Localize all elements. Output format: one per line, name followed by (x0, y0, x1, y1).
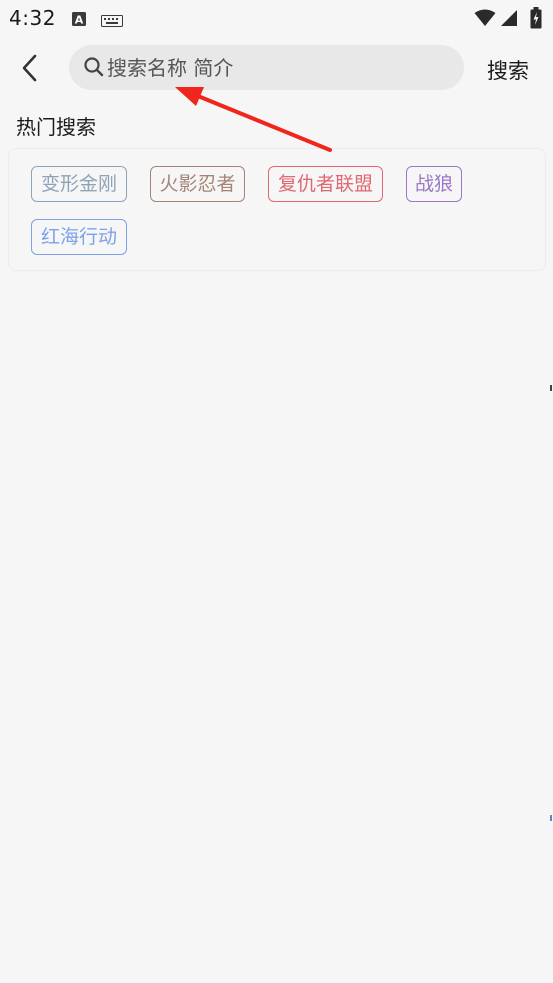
hot-tag-honghaixingdong[interactable]: 红海行动 (31, 219, 127, 255)
text-a-icon: A (71, 11, 87, 31)
cellular-signal-icon (500, 9, 518, 31)
svg-text:A: A (75, 14, 84, 27)
search-header: 搜索 (0, 38, 553, 98)
edge-mark (550, 815, 552, 821)
back-button[interactable] (10, 48, 50, 88)
wifi-icon (474, 9, 496, 31)
hot-search-title: 热门搜索 (16, 115, 96, 139)
status-bar: 4:32 A (0, 0, 553, 38)
hot-tag-huoyingrenzhe[interactable]: 火影忍者 (150, 166, 245, 202)
hot-search-tags: 变形金刚 火影忍者 复仇者联盟 战狼 红海行动 (8, 148, 546, 271)
hot-tag-fuchouzhelianmeng[interactable]: 复仇者联盟 (268, 166, 383, 202)
keyboard-icon (101, 12, 123, 31)
chevron-left-icon (22, 54, 37, 82)
magnifier-icon (83, 56, 105, 82)
search-box[interactable] (69, 45, 464, 90)
battery-charging-icon (530, 7, 542, 33)
edge-mark (550, 385, 552, 391)
hot-tag-zhanlang[interactable]: 战狼 (406, 166, 462, 202)
status-time: 4:32 (9, 6, 56, 30)
search-input[interactable] (107, 45, 447, 90)
search-button[interactable]: 搜索 (487, 55, 529, 85)
hot-tag-bianxingjingang[interactable]: 变形金刚 (31, 166, 127, 202)
